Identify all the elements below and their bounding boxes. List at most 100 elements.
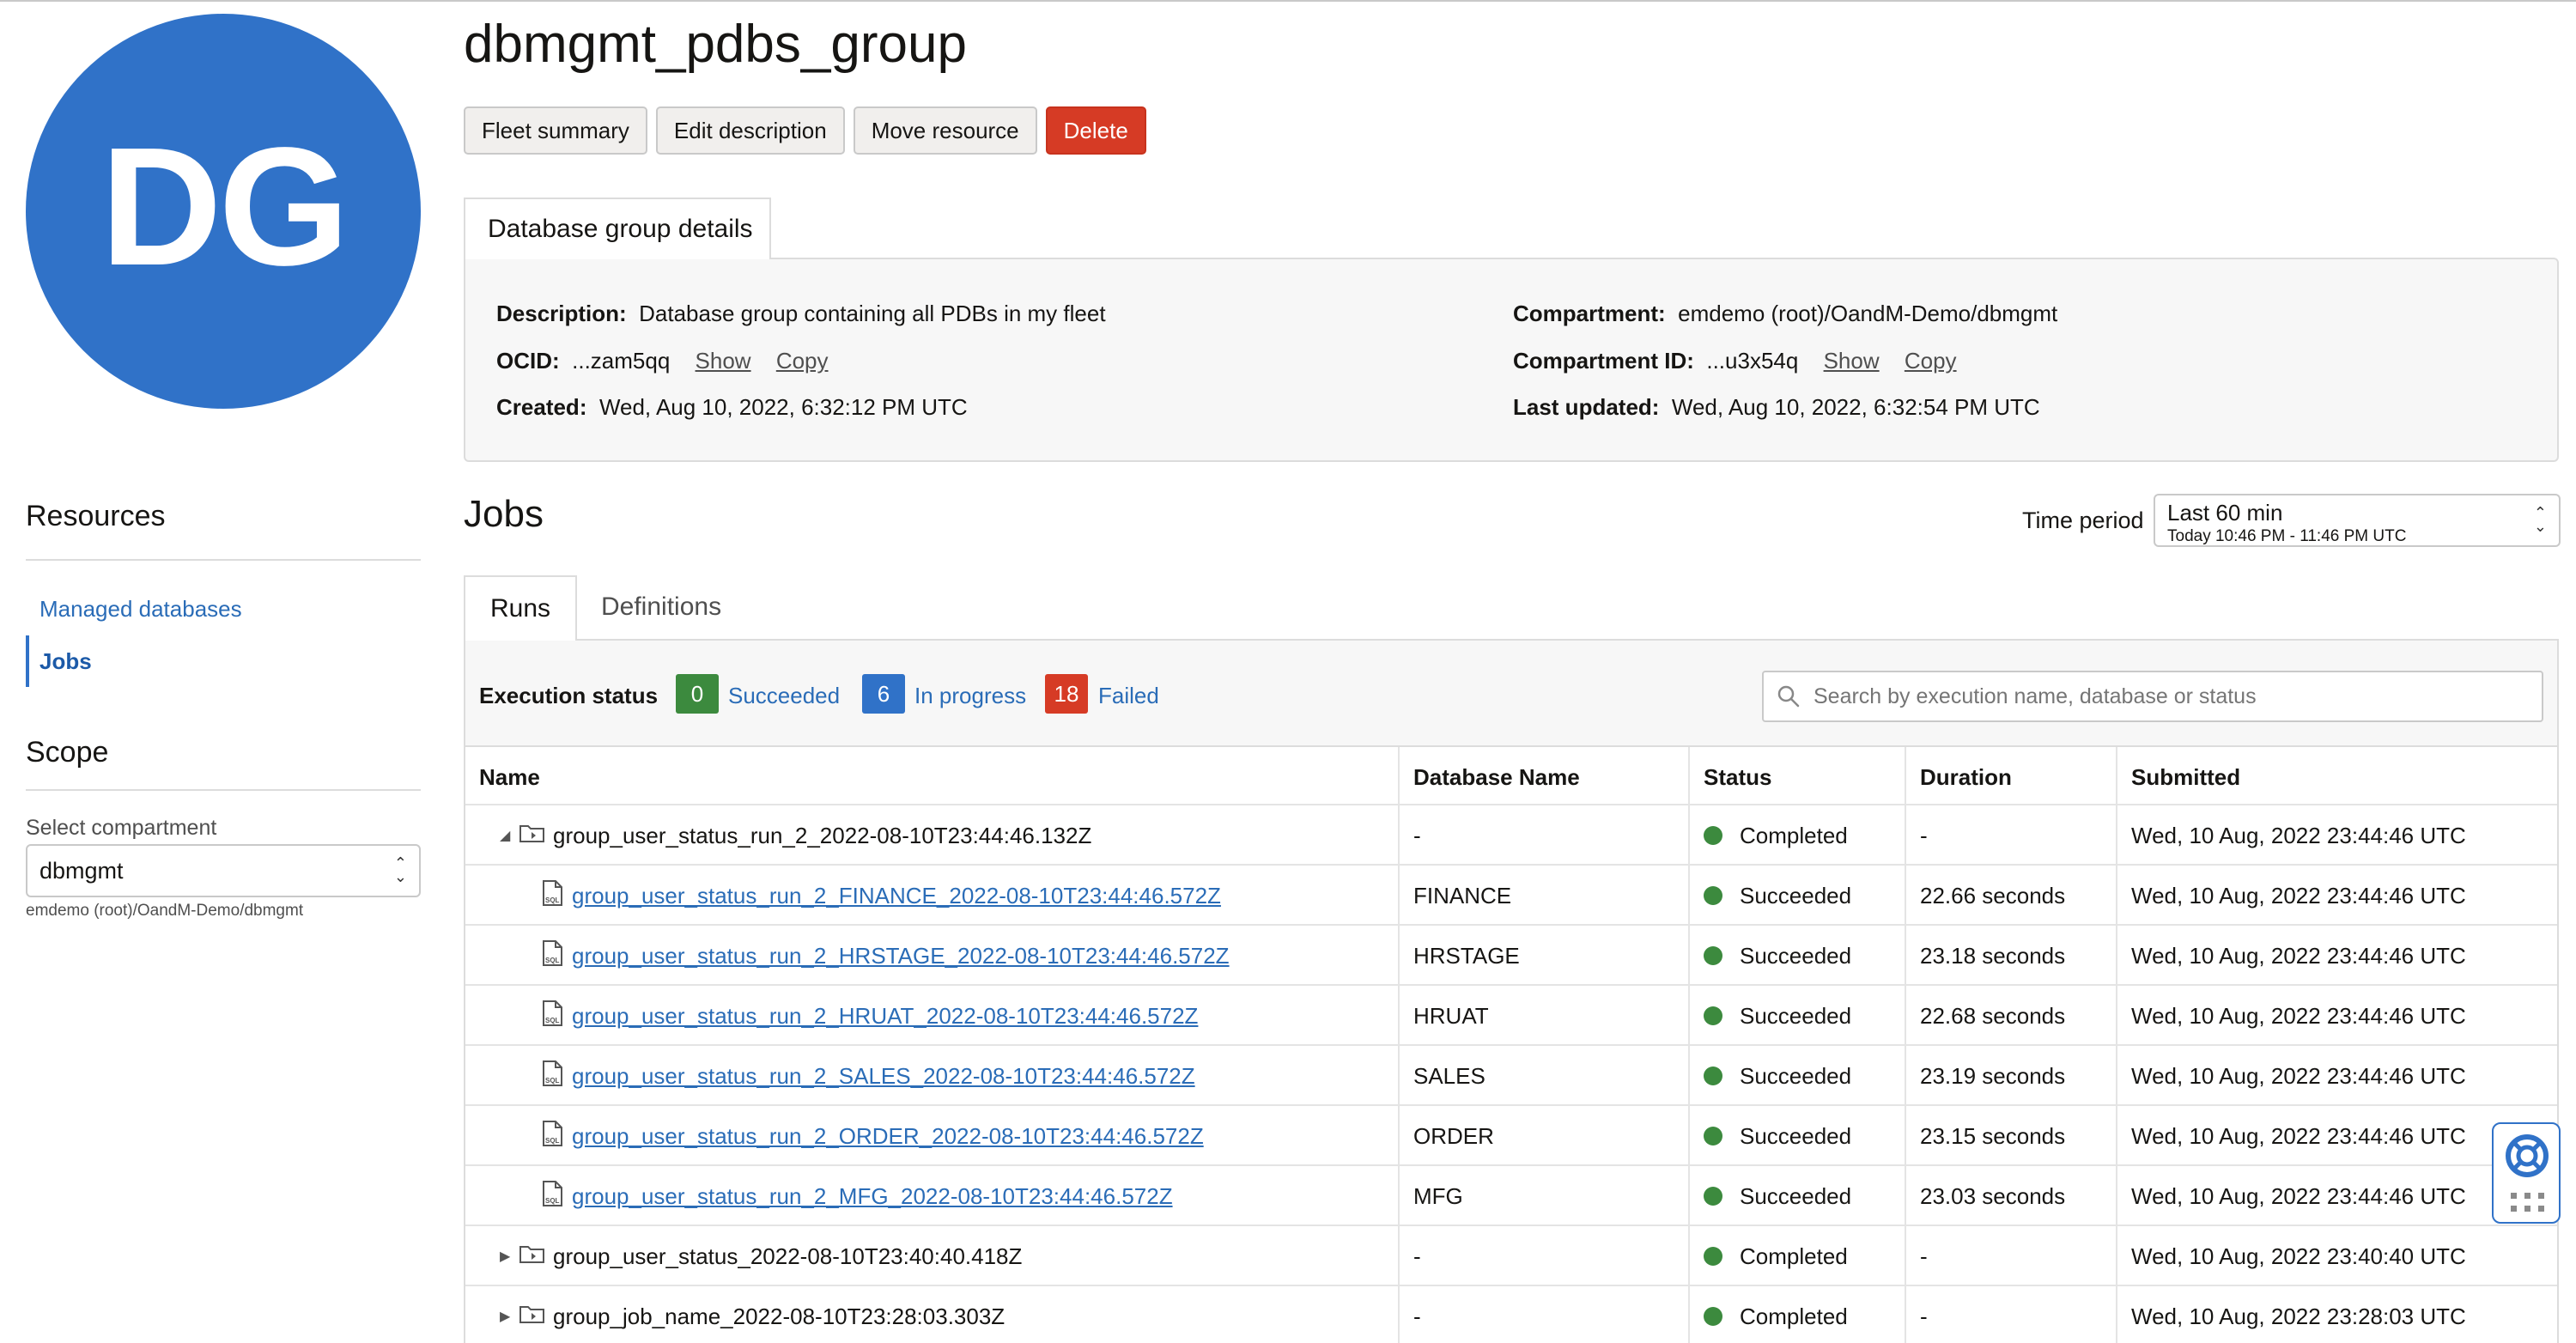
table-row[interactable]: ◢ group_user_status_run_2_2022-08-10T23:4… [465,805,2557,866]
column-divider [2116,1106,2117,1166]
compartment-select[interactable]: dbmgmt ⌃ ⌄ [26,844,421,897]
avatar-initials: DG [100,112,349,301]
column-header-database[interactable]: Database Name [1413,747,1580,807]
expanded-triangle-icon[interactable]: ◢ [500,827,519,844]
column-header-status[interactable]: Status [1704,747,1771,807]
column-divider [1688,1226,1690,1286]
status-text: Succeeded [1740,1122,1852,1149]
table-row[interactable]: SQL group_user_status_run_2_HRSTAGE_2022-… [465,926,2557,986]
duration-cell: 23.18 seconds [1920,942,2066,969]
table-row[interactable]: SQL group_user_status_run_2_MFG_2022-08-1… [465,1166,2557,1226]
status-cell: Succeeded [1704,1106,1851,1166]
job-run-link[interactable]: group_user_status_run_2_ORDER_2022-08-10… [572,1123,1204,1150]
avatar: DG [26,14,421,409]
help-widget[interactable] [2492,1122,2561,1224]
ocid-copy-link[interactable]: Copy [776,348,829,374]
failed-count-badge[interactable]: 18 [1045,674,1088,714]
in-progress-filter-link[interactable]: In progress [914,683,1026,709]
submitted-cell: Wed, 10 Aug, 2022 23:44:46 UTC [2131,1002,2466,1029]
collapsed-triangle-icon[interactable]: ▶ [500,1308,519,1325]
column-divider [1688,866,1690,926]
folder-icon [519,822,546,850]
job-group-name: group_user_status_2022-08-10T23:40:40.41… [553,1243,1023,1269]
column-divider [1905,805,1906,866]
column-divider [1905,926,1906,986]
status-dot-icon [1704,1127,1722,1146]
created-row: Created: Wed, Aug 10, 2022, 6:32:12 PM U… [496,394,968,421]
status-dot-icon [1704,1307,1722,1326]
column-divider [2116,926,2117,986]
status-text: Succeeded [1740,1182,1852,1209]
collapsed-triangle-icon[interactable]: ▶ [500,1248,519,1265]
status-text: Completed [1740,822,1848,848]
status-text: Succeeded [1740,1062,1852,1089]
tab-database-group-details[interactable]: Database group details [464,198,771,259]
sql-file-icon: SQL [541,1060,565,1093]
database-cell: HRSTAGE [1413,942,1520,969]
table-row[interactable]: SQL group_user_status_run_2_FINANCE_2022-… [465,866,2557,926]
table-row[interactable]: SQL group_user_status_run_2_ORDER_2022-08… [465,1106,2557,1166]
sidebar-item-managed-databases[interactable]: Managed databases [39,596,242,623]
status-text: Succeeded [1740,1002,1852,1029]
status-text: Completed [1740,1303,1848,1329]
table-row[interactable]: SQL group_user_status_run_2_SALES_2022-08… [465,1046,2557,1106]
column-divider [1688,1286,1690,1343]
column-divider [1398,986,1400,1046]
sidebar-item-jobs[interactable]: Jobs [39,648,92,675]
table-row[interactable]: ▶ group_user_status_2022-08-10T23:40:40.4… [465,1226,2557,1286]
job-run-link[interactable]: group_user_status_run_2_MFG_2022-08-10T2… [572,1183,1173,1210]
move-resource-button[interactable]: Move resource [853,106,1037,155]
description-row: Description: Database group containing a… [496,301,1106,327]
succeeded-count-badge[interactable]: 0 [676,674,719,714]
database-cell: - [1413,822,1421,848]
job-run-link[interactable]: group_user_status_run_2_FINANCE_2022-08-… [572,883,1221,909]
tab-runs[interactable]: Runs [464,575,577,641]
column-divider [2116,986,2117,1046]
column-header-name[interactable]: Name [479,747,540,807]
select-compartment-label: Select compartment [26,816,217,840]
failed-filter-link[interactable]: Failed [1098,683,1159,709]
compartment-id-row: Compartment ID: ...u3x54q Show Copy [1513,348,1957,374]
compartment-id-label: Compartment ID: [1513,348,1694,374]
column-divider [1905,1226,1906,1286]
name-cell: SQL group_user_status_run_2_HRUAT_2022-08… [541,986,1198,1046]
job-run-link[interactable]: group_user_status_run_2_SALES_2022-08-10… [572,1063,1195,1090]
table-row[interactable]: ▶ group_job_name_2022-08-10T23:28:03.303Z… [465,1286,2557,1343]
column-divider [2116,1226,2117,1286]
in-progress-count-badge[interactable]: 6 [862,674,905,714]
job-run-link[interactable]: group_user_status_run_2_HRUAT_2022-08-10… [572,1003,1198,1030]
submitted-cell: Wed, 10 Aug, 2022 23:44:46 UTC [2131,1122,2466,1149]
ocid-show-link[interactable]: Show [696,348,751,374]
compartment-id-copy-link[interactable]: Copy [1905,348,1957,374]
succeeded-filter-link[interactable]: Succeeded [728,683,840,709]
delete-button[interactable]: Delete [1045,106,1146,155]
folder-icon [519,1243,546,1271]
search-icon [1777,685,1800,708]
search-input[interactable] [1762,671,2543,722]
tab-definitions[interactable]: Definitions [601,592,721,622]
job-group-name: group_job_name_2022-08-10T23:28:03.303Z [553,1303,1005,1329]
job-group-name: group_user_status_run_2_2022-08-10T23:44… [553,822,1092,848]
column-divider [1905,747,1906,807]
table-row[interactable]: SQL group_user_status_run_2_HRUAT_2022-08… [465,986,2557,1046]
ocid-value: ...zam5qq [572,348,671,374]
database-cell: MFG [1413,1182,1463,1209]
created-value: Wed, Aug 10, 2022, 6:32:12 PM UTC [598,394,968,420]
fleet-summary-button[interactable]: Fleet summary [464,106,647,155]
compartment-id-show-link[interactable]: Show [1824,348,1880,374]
sql-file-icon: SQL [541,1180,565,1213]
status-dot-icon [1704,1066,1722,1085]
status-cell: Succeeded [1704,986,1851,1046]
column-divider [1398,1106,1400,1166]
column-header-duration[interactable]: Duration [1920,747,2012,807]
database-cell: - [1413,1243,1421,1269]
edit-description-button[interactable]: Edit description [655,106,845,155]
column-divider [1905,1046,1906,1106]
database-cell: - [1413,1303,1421,1329]
time-period-select[interactable]: Last 60 min Today 10:46 PM - 11:46 PM UT… [2154,494,2561,547]
column-header-submitted[interactable]: Submitted [2131,747,2240,807]
status-dot-icon [1704,1187,1722,1206]
chevron-up-down-icon: ⌃ ⌄ [2533,504,2547,535]
status-dot-icon [1704,826,1722,845]
job-run-link[interactable]: group_user_status_run_2_HRSTAGE_2022-08-… [572,943,1230,969]
